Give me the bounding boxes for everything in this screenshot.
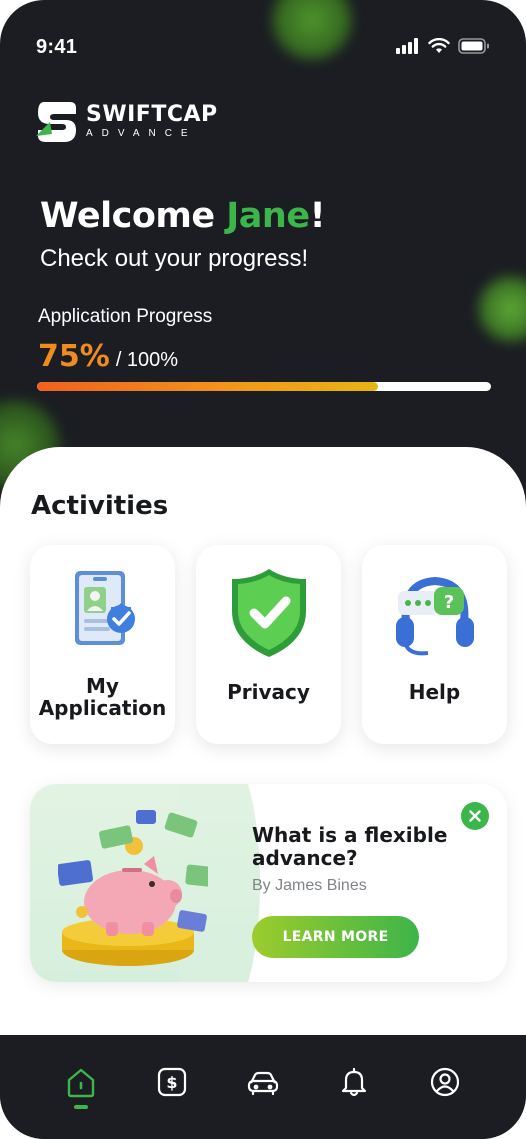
activity-label-my-application: My Application — [30, 675, 175, 719]
battery-icon — [458, 38, 489, 54]
shield-check-icon — [231, 569, 306, 657]
id-card-icon — [74, 571, 135, 645]
car-icon — [247, 1071, 279, 1096]
activities-grid: My Application Privacy ? Help — [30, 545, 507, 744]
dollar-icon: $ — [158, 1067, 187, 1097]
piggy-bank-cash-icon — [58, 810, 208, 966]
promo-title: What is a flexible advance? — [252, 823, 448, 870]
activity-label-line1: My — [86, 674, 119, 698]
swiftcap-logo-icon — [36, 102, 76, 142]
nav-active-indicator — [74, 1105, 89, 1109]
status-icons — [396, 38, 490, 54]
brand-logo: SWIFTCAP ADVANCE — [36, 100, 218, 144]
svg-text:$: $ — [167, 1073, 178, 1092]
home-icon — [68, 1068, 95, 1098]
svg-text:?: ? — [443, 592, 453, 613]
progress-label: Application Progress — [38, 306, 213, 327]
brand-name: SWIFTCAP — [86, 102, 218, 127]
nav-notifications[interactable] — [336, 1067, 372, 1115]
user-name: Jane — [226, 196, 310, 236]
welcome-heading: Welcome Jane! — [40, 196, 326, 236]
nav-profile[interactable] — [427, 1067, 463, 1115]
decor-blob — [478, 276, 526, 342]
activity-label-help: Help — [408, 680, 461, 704]
close-icon — [469, 810, 481, 822]
progress-bar — [37, 382, 491, 391]
status-time: 9:41 — [36, 36, 78, 58]
close-button[interactable] — [461, 802, 489, 830]
activity-label-privacy: Privacy — [227, 680, 310, 704]
welcome-suffix: ! — [309, 196, 326, 236]
nav-vehicle[interactable] — [245, 1067, 281, 1115]
status-bar: 9:41 — [0, 0, 526, 90]
welcome-subtitle: Check out your progress! — [40, 245, 309, 272]
app-screen: 9:41 SWIFTCAP ADVANCE Welcome Jane! Chec… — [0, 0, 526, 1139]
nav-home[interactable] — [63, 1067, 99, 1115]
activity-label-line2: Application — [38, 696, 167, 720]
promo-author: By James Bines — [252, 877, 367, 894]
progress-total: / 100% — [115, 349, 179, 371]
content-sheet: Activities My Application Privacy ? Help… — [0, 447, 526, 1035]
progress-percent: 75% — [38, 339, 110, 374]
activity-card-privacy[interactable]: Privacy — [196, 545, 341, 744]
progress-value: 75%/ 100% — [38, 339, 178, 374]
headset-chat-icon: ? — [395, 576, 474, 656]
promo-card[interactable]: What is a flexible advance? By James Bin… — [30, 784, 507, 982]
wifi-icon — [428, 38, 450, 53]
progress-bar-fill — [37, 382, 378, 391]
bottom-nav: $ — [0, 1035, 526, 1139]
activities-title: Activities — [31, 491, 169, 521]
signal-icon — [396, 38, 418, 54]
welcome-prefix: Welcome — [40, 196, 227, 236]
learn-more-button[interactable]: LEARN MORE — [252, 916, 419, 958]
activity-card-my-application[interactable]: My Application — [30, 545, 175, 744]
nav-payments[interactable]: $ — [154, 1067, 190, 1115]
brand-tagline: ADVANCE — [86, 128, 197, 139]
activity-card-help[interactable]: ? Help — [362, 545, 507, 744]
bell-icon — [341, 1067, 366, 1097]
profile-icon — [430, 1067, 459, 1097]
